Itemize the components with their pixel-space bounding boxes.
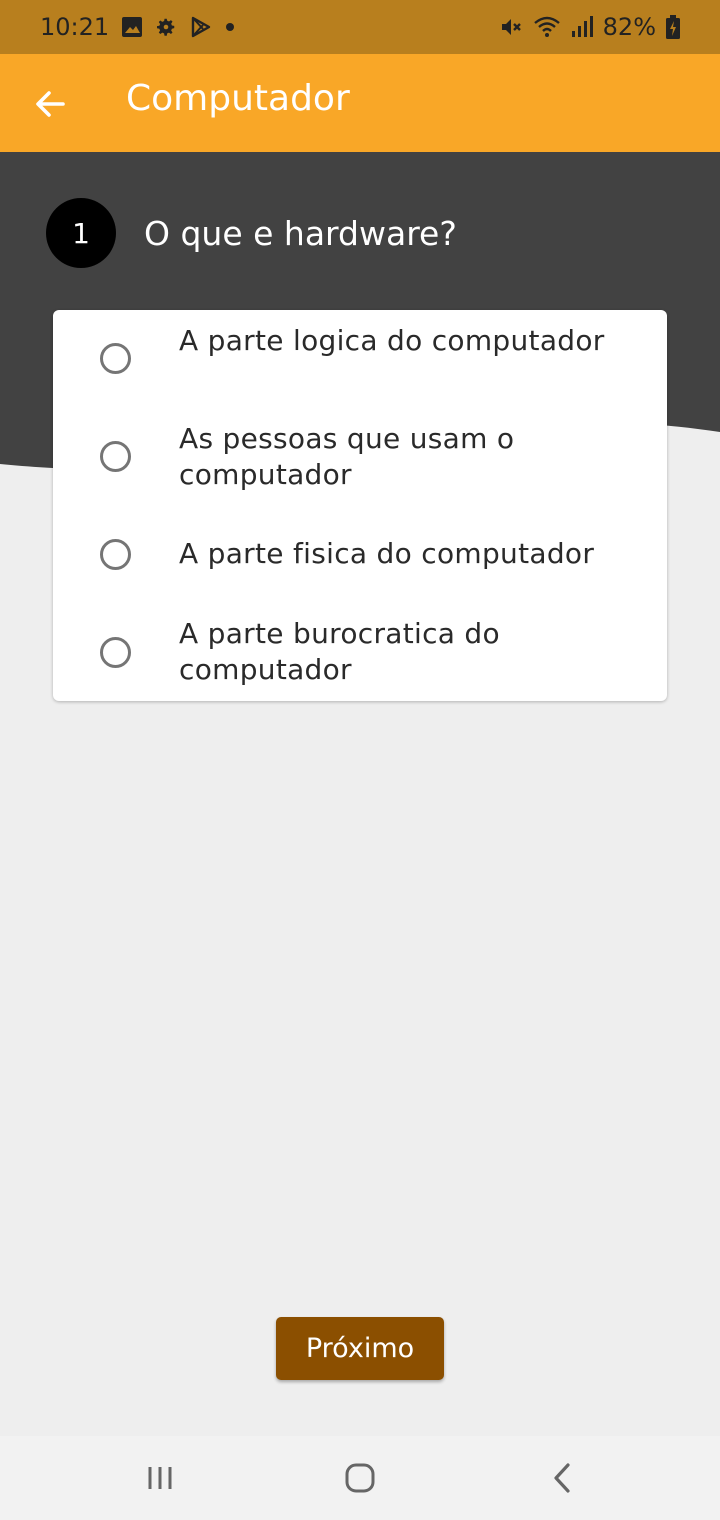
home-button[interactable] <box>330 1456 390 1500</box>
mute-icon <box>499 15 523 39</box>
gear-icon <box>155 16 177 38</box>
option-label: A parte logica do computador <box>179 324 605 357</box>
nav-bar <box>0 1436 720 1520</box>
signal-icon <box>571 15 593 39</box>
recent-apps-icon <box>148 1467 172 1489</box>
radio-button[interactable] <box>100 637 131 668</box>
app-bar: Computador <box>0 54 720 152</box>
question-text: O que e hardware? <box>144 213 457 253</box>
option-4[interactable]: A parte burocratica do computador <box>53 604 667 701</box>
radio-button[interactable] <box>100 343 131 374</box>
arrow-left-icon <box>36 91 65 117</box>
battery-text: 82% <box>602 13 656 41</box>
next-button[interactable]: Próximo <box>276 1317 444 1380</box>
app-title: Computador <box>126 78 350 119</box>
dot-icon <box>225 22 235 32</box>
home-icon <box>345 1463 375 1493</box>
option-label: As pessoas que usam o computador <box>179 422 515 491</box>
status-time: 10:21 <box>40 13 110 41</box>
status-right: 82% <box>499 13 680 41</box>
recent-apps-button[interactable] <box>130 1456 190 1500</box>
status-left: 10:21 <box>40 13 235 41</box>
question-row: 1 O que e hardware? <box>46 198 457 268</box>
option-label: A parte fisica do computador <box>179 537 595 570</box>
option-label: A parte burocratica do computador <box>179 617 500 686</box>
wifi-icon <box>533 15 561 39</box>
status-bar: 10:21 82% <box>0 0 720 54</box>
back-button[interactable] <box>30 84 70 124</box>
option-3[interactable]: A parte fisica do computador <box>53 506 667 604</box>
options-card: A parte logica do computador As pessoas … <box>53 310 667 701</box>
radio-button[interactable] <box>100 539 131 570</box>
image-icon <box>121 16 143 38</box>
nav-back-button[interactable] <box>532 1456 592 1500</box>
radio-button[interactable] <box>100 441 131 472</box>
option-1[interactable]: A parte logica do computador <box>53 310 667 408</box>
option-2[interactable]: As pessoas que usam o computador <box>53 408 667 506</box>
battery-charging-icon <box>666 15 680 39</box>
question-number-badge: 1 <box>46 198 116 268</box>
play-store-icon <box>189 15 213 39</box>
back-icon <box>554 1463 570 1493</box>
